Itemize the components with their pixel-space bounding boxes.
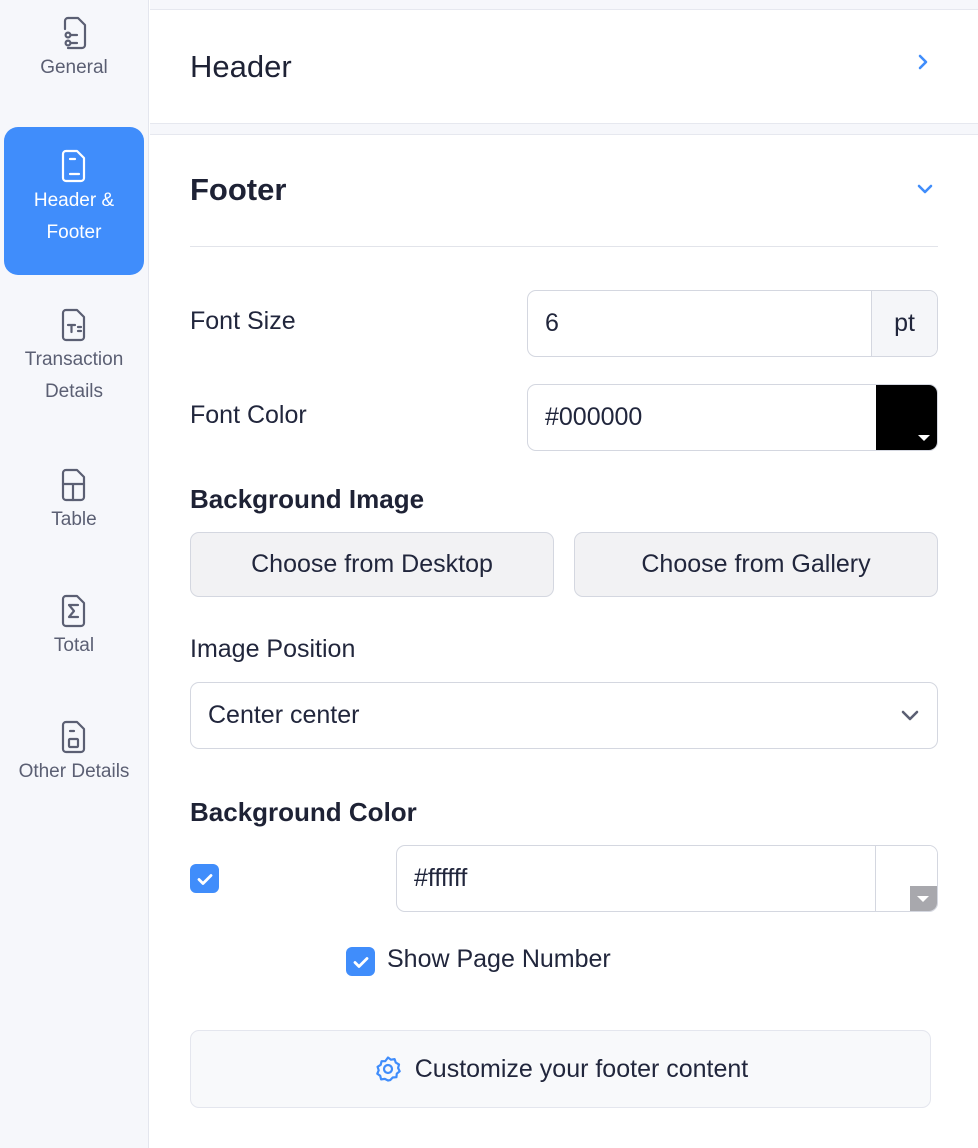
show-page-number-checkbox[interactable]: [346, 947, 375, 976]
sidebar-item-label: Other Details: [18, 761, 130, 782]
footer-divider: [190, 246, 938, 247]
main-panel: Header Footer Font Size 6 pt Font Color …: [150, 0, 978, 1148]
header-section-toggle[interactable]: Header: [150, 11, 978, 123]
image-position-select[interactable]: Center center: [190, 682, 938, 749]
sidebar: General Header & Footer Transaction Deta…: [0, 0, 149, 1148]
text-document-icon: [57, 306, 91, 344]
sidebar-item-label: Table: [51, 509, 97, 530]
font-color-swatch[interactable]: [876, 385, 937, 450]
font-color-label: Font Color: [190, 401, 307, 429]
chevron-down-icon[interactable]: [914, 178, 936, 200]
sidebar-item-table[interactable]: Table: [4, 466, 144, 540]
section-separator: [150, 123, 978, 135]
background-color-heading: Background Color: [190, 797, 417, 827]
font-size-label: Font Size: [190, 307, 296, 335]
image-document-icon: [57, 718, 91, 756]
background-color-field[interactable]: #ffffff: [396, 845, 938, 912]
table-icon: [57, 466, 91, 504]
background-image-heading: Background Image: [190, 484, 425, 514]
customize-footer-button[interactable]: Customize your footer content: [190, 1030, 931, 1108]
sidebar-item-transaction-details[interactable]: Transaction Details: [4, 306, 144, 416]
show-page-number-label[interactable]: Show Page Number: [387, 945, 611, 974]
background-color-swatch[interactable]: [875, 846, 937, 911]
choose-from-desktop-button[interactable]: Choose from Desktop: [190, 532, 554, 597]
sigma-icon: [57, 592, 91, 630]
dropdown-caret-icon: [918, 435, 930, 441]
background-color-checkbox[interactable]: [190, 864, 219, 893]
customize-footer-label: Customize your footer content: [414, 1054, 749, 1083]
gear-icon: [375, 1056, 401, 1082]
top-separator: [150, 0, 978, 10]
background-color-input[interactable]: #ffffff: [397, 846, 875, 911]
checkmark-icon: [197, 873, 212, 885]
chevron-right-icon: [918, 54, 928, 70]
font-size-input[interactable]: 6: [528, 291, 871, 356]
image-position-value: Center center: [208, 701, 360, 729]
font-size-field[interactable]: 6 pt: [527, 290, 938, 357]
checkmark-icon: [353, 956, 368, 968]
settings-document-icon: [57, 14, 91, 52]
image-position-label: Image Position: [190, 635, 356, 663]
choose-from-gallery-button[interactable]: Choose from Gallery: [574, 532, 938, 597]
header-section-title: Header: [190, 49, 292, 84]
settings-app: General Header & Footer Transaction Deta…: [0, 0, 978, 1148]
sidebar-item-label: General: [40, 57, 108, 78]
sidebar-item-label: Header & Footer: [33, 190, 115, 243]
chevron-down-icon: [901, 710, 919, 721]
font-size-unit: pt: [871, 291, 937, 356]
sidebar-item-general[interactable]: General: [4, 14, 144, 100]
document-icon: [57, 147, 91, 185]
font-color-field[interactable]: #000000: [527, 384, 938, 451]
font-color-input[interactable]: #000000: [528, 385, 876, 450]
sidebar-item-total[interactable]: Total: [4, 592, 144, 666]
sidebar-item-header-footer[interactable]: Header & Footer: [4, 127, 144, 275]
footer-section-title[interactable]: Footer: [190, 172, 286, 208]
dropdown-caret-icon: [910, 886, 937, 911]
sidebar-item-other-details[interactable]: Other Details: [4, 718, 144, 792]
sidebar-item-label: Transaction Details: [24, 349, 124, 402]
sidebar-item-label: Total: [53, 635, 95, 656]
